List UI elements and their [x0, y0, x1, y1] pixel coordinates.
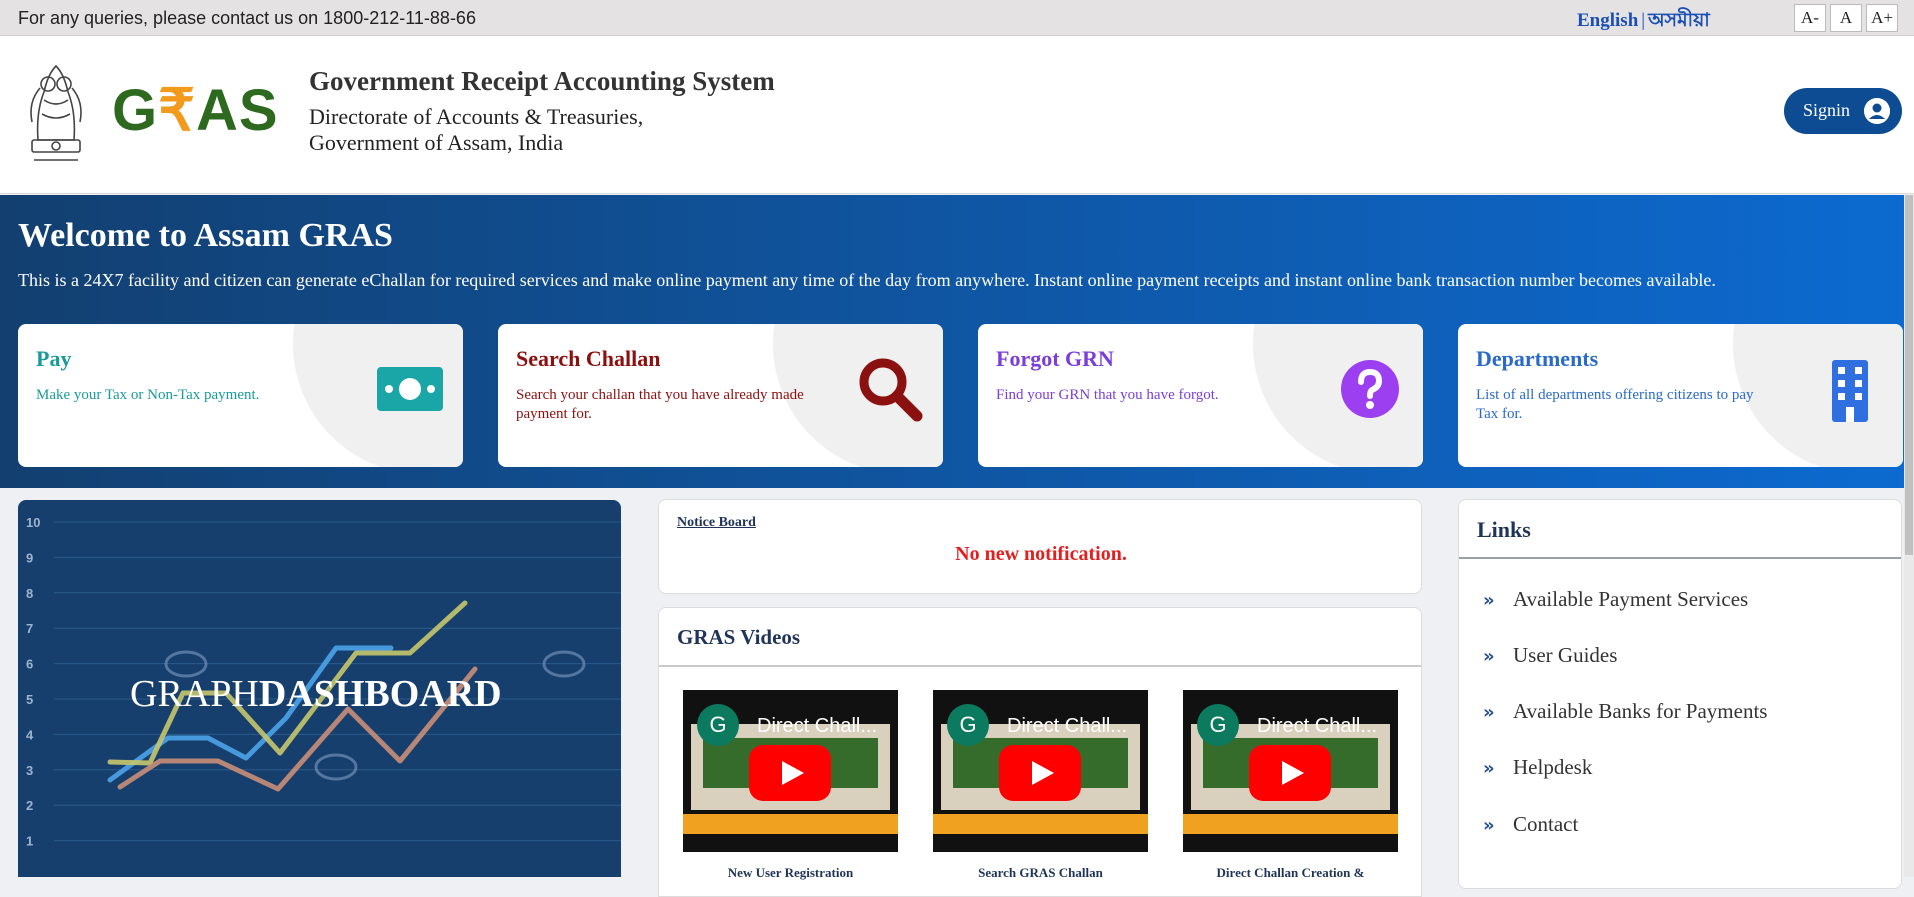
video-title: Direct Chall... — [1257, 715, 1378, 737]
double-chevron-right-icon: » — [1483, 702, 1495, 723]
departments-card-desc: List of all departments offering citizen… — [1476, 387, 1754, 422]
signin-label: Signin — [1803, 100, 1851, 120]
logo-rupee: ₹ — [158, 78, 197, 143]
video-thumbnail[interactable]: G Direct Chall... — [1183, 690, 1398, 852]
graph-title-word-2: DASHBOARD — [258, 673, 502, 715]
building-icon — [1832, 360, 1868, 422]
welcome-description: This is a 24X7 facility and citizen can … — [18, 270, 1716, 290]
videos-divider — [659, 665, 1421, 667]
channel-avatar: G — [697, 704, 739, 746]
font-normal-button[interactable]: A — [1830, 4, 1862, 32]
video-caption[interactable]: New User Registration — [683, 865, 898, 881]
links-panel: Links » Available Payment Services » User … — [1458, 499, 1902, 889]
logo-as: AS — [196, 78, 279, 143]
graph-dashboard-title: GRAPHDASHBOARD — [130, 672, 502, 716]
search-challan-card-title: Search Challan — [516, 346, 661, 371]
pay-card[interactable]: Pay Make your Tax or Non-Tax payment. — [18, 324, 463, 467]
font-increase-button[interactable]: A+ — [1866, 4, 1898, 32]
channel-avatar: G — [1197, 704, 1239, 746]
state-emblem-icon — [30, 64, 82, 161]
user-circle-icon — [1864, 98, 1890, 124]
axis-tick-label: 1 — [26, 834, 33, 849]
video-band — [933, 814, 1148, 834]
welcome-title: Welcome to Assam GRAS — [18, 217, 393, 254]
axis-tick-label: 4 — [26, 727, 34, 742]
signin-button[interactable]: Signin — [1784, 88, 1902, 134]
notice-message: No new notification. — [955, 543, 1127, 565]
lang-assamese-link[interactable]: অসমীয়া — [1648, 10, 1710, 31]
pay-card-desc: Make your Tax or Non-Tax payment. — [36, 387, 260, 403]
link-label: Available Payment Services — [1513, 587, 1749, 611]
double-chevron-right-icon: » — [1483, 758, 1495, 779]
link-user-guides[interactable]: » User Guides — [1483, 643, 1617, 668]
logo-g: G — [112, 78, 159, 143]
double-chevron-right-icon: » — [1483, 646, 1495, 667]
axis-tick-label: 10 — [26, 515, 40, 530]
axis-tick-label: 9 — [26, 550, 33, 565]
site-title: Government Receipt Accounting System — [309, 66, 775, 96]
play-icon[interactable] — [749, 745, 831, 801]
video-caption[interactable]: Search GRAS Challan — [933, 865, 1148, 881]
axis-tick-label: 2 — [26, 798, 33, 813]
links-title: Links — [1477, 517, 1531, 542]
top-bar: For any queries, please contact us on 18… — [0, 0, 1914, 36]
site-header: G₹AS Government Receipt Accounting Syste… — [0, 36, 1914, 194]
graph-title-word-1: GRAPH — [130, 673, 259, 715]
scrollbar-thumb[interactable] — [1905, 195, 1913, 555]
axis-tick-label: 6 — [26, 657, 33, 672]
link-helpdesk[interactable]: » Helpdesk — [1483, 755, 1592, 780]
lang-english-link[interactable]: English — [1577, 10, 1638, 31]
axis-tick-label: 8 — [26, 586, 33, 601]
search-challan-card-desc: Search your challan that you have alread… — [516, 387, 804, 422]
video-band — [683, 814, 898, 834]
channel-avatar: G — [947, 704, 989, 746]
forgot-grn-card-title: Forgot GRN — [996, 346, 1114, 371]
gras-videos-panel: GRAS Videos G Direct Chall... New User R… — [658, 607, 1422, 897]
double-chevron-right-icon: » — [1483, 590, 1495, 611]
departments-card[interactable]: Departments List of all departments offe… — [1458, 324, 1903, 467]
video-caption[interactable]: Direct Challan Creation & — [1183, 865, 1398, 881]
video-band — [1183, 814, 1398, 834]
lang-separator: | — [1641, 10, 1646, 31]
welcome-hero: Welcome to Assam GRAS This is a 24X7 fac… — [0, 195, 1914, 488]
site-subtitle-line-2: Government of Assam, India — [309, 130, 564, 155]
language-switcher: English | অসমীয়া — [1577, 6, 1710, 38]
money-icon — [377, 367, 443, 411]
graph-dashboard-banner[interactable]: 10 9 8 7 6 5 4 3 2 1 GRAPHDASHBOARD — [18, 500, 621, 877]
departments-card-title: Departments — [1476, 346, 1599, 371]
notice-board-title[interactable]: Notice Board — [677, 515, 756, 531]
notice-board: Notice Board No new notification. — [658, 499, 1422, 594]
font-decrease-button[interactable]: A- — [1794, 4, 1826, 32]
links-divider — [1459, 557, 1901, 559]
video-title: Direct Chall... — [1007, 715, 1128, 737]
video-thumbnail[interactable]: G Direct Chall... — [933, 690, 1148, 852]
video-title: Direct Chall... — [757, 715, 878, 737]
page-scrollbar[interactable] — [1904, 195, 1914, 877]
gras-logo[interactable]: G₹AS — [112, 76, 279, 146]
search-icon — [859, 358, 923, 422]
play-icon[interactable] — [1249, 745, 1331, 801]
forgot-grn-card[interactable]: Forgot GRN Find your GRN that you have f… — [978, 324, 1423, 467]
question-icon — [1341, 360, 1399, 418]
play-icon[interactable] — [999, 745, 1081, 801]
axis-tick-label: 7 — [26, 621, 33, 636]
link-available-banks[interactable]: » Available Banks for Payments — [1483, 699, 1767, 724]
double-chevron-right-icon: » — [1483, 815, 1495, 836]
pay-card-title: Pay — [36, 346, 72, 371]
link-label: Helpdesk — [1513, 755, 1593, 779]
videos-title: GRAS Videos — [677, 625, 801, 649]
axis-tick-label: 5 — [26, 692, 33, 707]
search-challan-card[interactable]: Search Challan Search your challan that … — [498, 324, 943, 467]
contact-info-text: For any queries, please contact us on 18… — [18, 8, 476, 28]
link-label: Contact — [1513, 812, 1579, 836]
forgot-grn-card-desc: Find your GRN that you have forgot. — [996, 387, 1219, 403]
site-subtitle-line-1: Directorate of Accounts & Treasuries, — [309, 104, 644, 129]
axis-tick-label: 3 — [26, 763, 33, 778]
link-contact[interactable]: » Contact — [1483, 812, 1578, 837]
link-available-payment-services[interactable]: » Available Payment Services — [1483, 587, 1748, 612]
link-label: User Guides — [1513, 643, 1618, 667]
video-thumbnail[interactable]: G Direct Chall... — [683, 690, 898, 852]
link-label: Available Banks for Payments — [1513, 699, 1768, 723]
